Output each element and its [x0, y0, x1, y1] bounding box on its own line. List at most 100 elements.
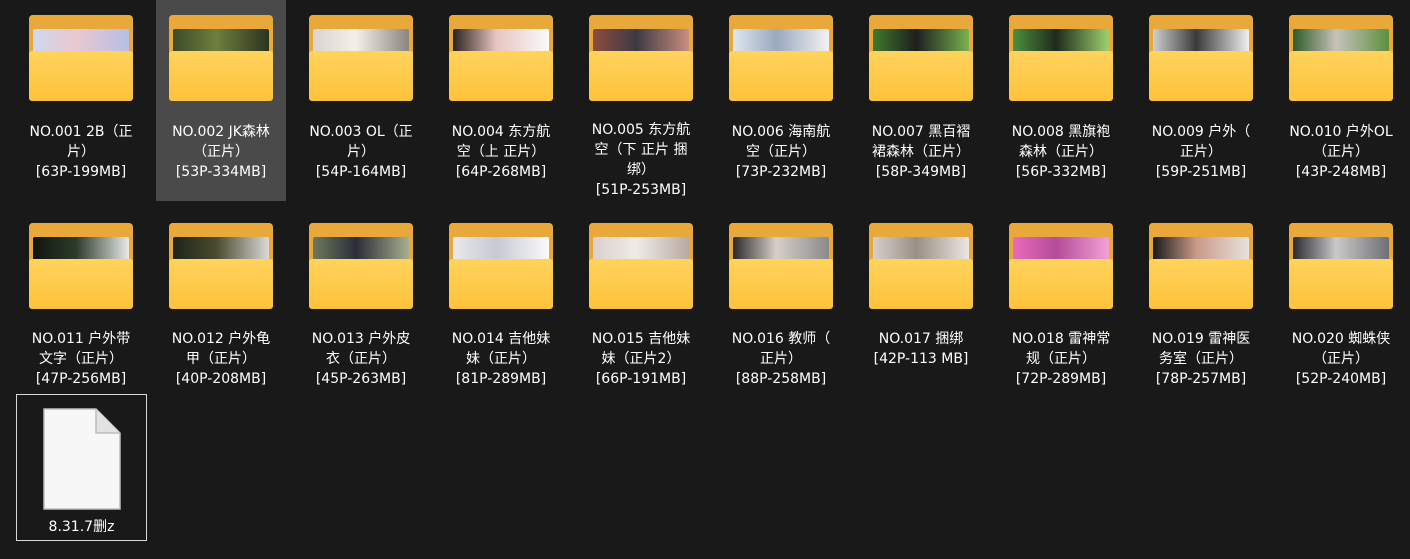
folder-label: NO.010 户外OL （正片） [43P-248MB] [1278, 122, 1404, 182]
folder-label-line: 空（上 正片） [456, 144, 546, 160]
folder-label-line: 甲（正片） [186, 351, 256, 367]
folder-icon [169, 223, 273, 309]
folder-label-line: [64P-268MB] [455, 164, 547, 180]
folder-label-line: NO.017 捆绑 [878, 331, 964, 347]
folder-item[interactable]: NO.008 黑旗袍 森林（正片） [56P-332MB] [996, 0, 1126, 201]
folder-label-line: NO.005 东方航 [591, 122, 691, 138]
folder-label-line: [45P-263MB] [315, 371, 407, 387]
folder-label-line: NO.008 黑旗袍 [1011, 124, 1111, 140]
folder-item[interactable]: NO.006 海南航 空（正片） [73P-232MB] [716, 0, 846, 201]
folder-label-line: [52P-240MB] [1295, 371, 1387, 387]
folder-label-line: [63P-199MB] [35, 164, 127, 180]
folder-label-line: 绑） [627, 162, 655, 178]
folder-item[interactable]: NO.003 OL（正 片） [54P-164MB] [296, 0, 426, 201]
folder-label-line: NO.007 黑百褶 [871, 124, 971, 140]
folder-item[interactable]: NO.020 蜘蛛侠 （正片） [52P-240MB] [1276, 208, 1406, 394]
folder-icon [1149, 223, 1253, 309]
folder-label: NO.006 海南航 空（正片） [73P-232MB] [718, 122, 844, 182]
folder-label: NO.013 户外皮 衣（正片） [45P-263MB] [298, 329, 424, 389]
folder-label-line: [43P-248MB] [1295, 164, 1387, 180]
folder-label-line: 片） [67, 144, 95, 160]
folder-label: NO.018 雷神常 规（正片） [72P-289MB] [998, 329, 1124, 389]
folder-icon [1149, 15, 1253, 101]
folder-label-line: [53P-334MB] [175, 164, 267, 180]
folder-item[interactable]: NO.001 2B（正 片） [63P-199MB] [16, 0, 146, 201]
folder-item[interactable]: NO.011 户外带 文字（正片） [47P-256MB] [16, 208, 146, 394]
folder-label-line: [72P-289MB] [1015, 371, 1107, 387]
folder-item[interactable]: NO.013 户外皮 衣（正片） [45P-263MB] [296, 208, 426, 394]
folder-label: NO.016 教师（ 正片） [88P-258MB] [718, 329, 844, 389]
folder-label: NO.007 黑百褶 裙森林（正片） [58P-349MB] [858, 122, 984, 182]
folder-label-line: NO.006 海南航 [731, 124, 831, 140]
folder-label-line: NO.012 户外龟 [171, 331, 271, 347]
folder-label-line: 规（正片） [1026, 351, 1096, 367]
folder-label-line: 正片） [1180, 144, 1222, 160]
folder-label: NO.015 吉他妹 妹（正片2） [66P-191MB] [578, 329, 704, 389]
folder-label-line: 文字（正片） [39, 351, 123, 367]
folder-label-line: [51P-253MB] [595, 182, 687, 198]
folder-item[interactable]: NO.007 黑百褶 裙森林（正片） [58P-349MB] [856, 0, 986, 201]
folder-label: NO.001 2B（正 片） [63P-199MB] [18, 122, 144, 182]
folder-item[interactable]: NO.010 户外OL （正片） [43P-248MB] [1276, 0, 1406, 201]
folder-label: NO.005 东方航 空（下 正片 捆绑） [51P-253MB] [578, 120, 704, 200]
folder-label-line: [40P-208MB] [175, 371, 267, 387]
folder-row-1: NO.001 2B（正 片） [63P-199MB] NO.002 JK森林 （正片） [… [16, 0, 1410, 201]
file-label: 8.31.7删z [48, 519, 115, 535]
folder-label-line: NO.014 吉他妹 [451, 331, 551, 347]
folder-item[interactable]: NO.015 吉他妹 妹（正片2） [66P-191MB] [576, 208, 706, 394]
folder-icon [1009, 223, 1113, 309]
folder-item[interactable]: NO.004 东方航 空（上 正片） [64P-268MB] [436, 0, 566, 201]
folder-icon [309, 223, 413, 309]
folder-label: NO.019 雷神医 务室（正片） [78P-257MB] [1138, 329, 1264, 389]
folder-label-line: [54P-164MB] [315, 164, 407, 180]
folder-label-line: 空（正片） [746, 144, 816, 160]
folder-label-line: NO.003 OL（正 [309, 124, 413, 140]
folder-item[interactable]: NO.018 雷神常 规（正片） [72P-289MB] [996, 208, 1126, 394]
folder-label-line: NO.009 户外（ [1151, 124, 1251, 140]
folder-label-line: [56P-332MB] [1015, 164, 1107, 180]
folder-item[interactable]: NO.009 户外（ 正片） [59P-251MB] [1136, 0, 1266, 201]
folder-label-line: [78P-257MB] [1155, 371, 1247, 387]
folder-label-line: NO.010 户外OL [1289, 124, 1393, 140]
folder-label-line: 正片） [760, 351, 802, 367]
folder-icon [29, 15, 133, 101]
folder-item[interactable]: NO.012 户外龟 甲（正片） [40P-208MB] [156, 208, 286, 394]
folder-label: NO.003 OL（正 片） [54P-164MB] [298, 122, 424, 182]
folder-label-line: 裙森林（正片） [872, 144, 970, 160]
folder-label-line: [59P-251MB] [1155, 164, 1247, 180]
folder-label-line: [42P-113 MB] [873, 351, 969, 367]
folder-label-line: [73P-232MB] [735, 164, 827, 180]
folder-item[interactable]: NO.016 教师（ 正片） [88P-258MB] [716, 208, 846, 394]
folder-label: NO.002 JK森林 （正片） [53P-334MB] [158, 122, 284, 182]
folder-icon [1289, 15, 1393, 101]
folder-label-line: 妹（正片） [466, 351, 536, 367]
folder-item[interactable]: NO.002 JK森林 （正片） [53P-334MB] [156, 0, 286, 201]
folder-label-line: 务室（正片） [1159, 351, 1243, 367]
folder-label-line: NO.019 雷神医 [1151, 331, 1251, 347]
folder-item[interactable]: NO.019 雷神医 务室（正片） [78P-257MB] [1136, 208, 1266, 394]
folder-label-line: （正片） [1313, 144, 1369, 160]
folder-label-line: 衣（正片） [326, 351, 396, 367]
folder-item[interactable]: NO.005 东方航 空（下 正片 捆绑） [51P-253MB] [576, 0, 706, 201]
folder-label-line: NO.002 JK森林 [172, 124, 270, 140]
folder-label: NO.011 户外带 文字（正片） [47P-256MB] [18, 329, 144, 389]
folder-label-line: NO.018 雷神常 [1011, 331, 1111, 347]
folder-icon [169, 15, 273, 101]
folder-label-line: NO.013 户外皮 [311, 331, 411, 347]
folder-item[interactable]: NO.014 吉他妹 妹（正片） [81P-289MB] [436, 208, 566, 394]
folder-label-line: [81P-289MB] [455, 371, 547, 387]
folder-icon [869, 15, 973, 101]
folder-icon [729, 15, 833, 101]
folder-icon [869, 223, 973, 309]
folder-icon [589, 15, 693, 101]
folder-label-line: NO.011 户外带 [31, 331, 131, 347]
folder-label-line: NO.016 教师（ [731, 331, 831, 347]
folder-item[interactable]: NO.017 捆绑 [42P-113 MB] [856, 208, 986, 394]
folder-icon [1009, 15, 1113, 101]
folder-icon [729, 223, 833, 309]
folder-label-line: 森林（正片） [1019, 144, 1103, 160]
folder-icon [309, 15, 413, 101]
folder-icon [449, 15, 553, 101]
file-item[interactable]: 8.31.7删z [16, 394, 147, 541]
folder-label-line: [88P-258MB] [735, 371, 827, 387]
